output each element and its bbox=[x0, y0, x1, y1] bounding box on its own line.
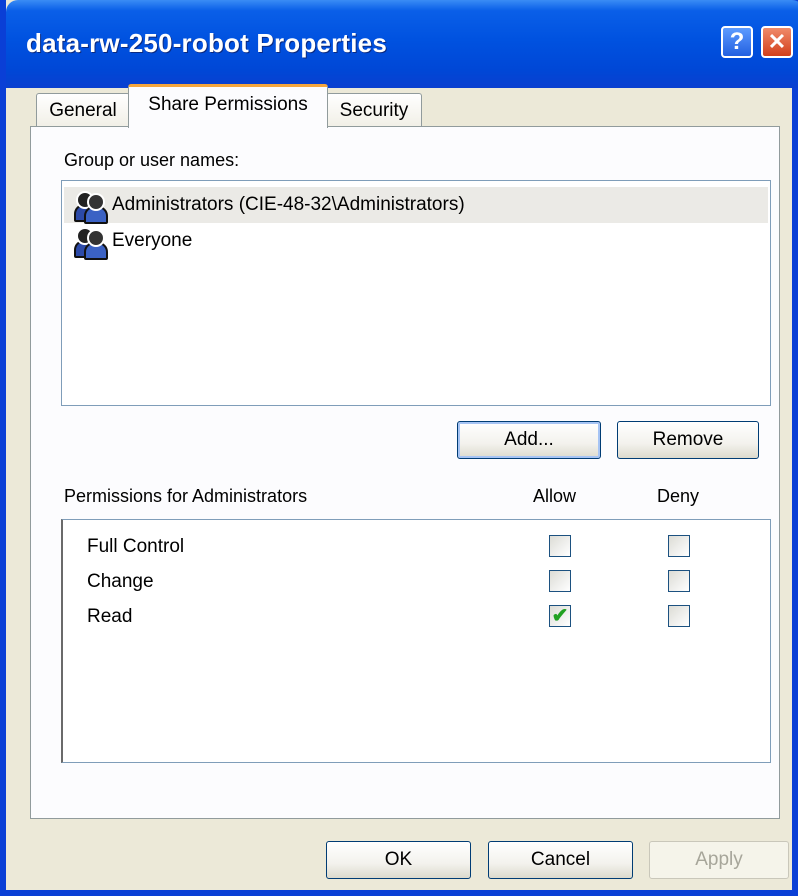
cancel-button[interactable]: Cancel bbox=[488, 841, 633, 879]
users-group-icon bbox=[74, 226, 108, 260]
apply-button[interactable]: Apply bbox=[649, 841, 789, 879]
remove-button[interactable]: Remove bbox=[617, 421, 759, 459]
list-item-label: Administrators (CIE-48-32\Administrators… bbox=[112, 194, 465, 215]
help-icon: ? bbox=[729, 28, 745, 55]
tab-security-label: Security bbox=[339, 99, 409, 121]
permissions-label: Permissions for Administrators bbox=[64, 486, 308, 506]
properties-dialog: data-rw-250-robot Properties ? ✕ General… bbox=[0, 0, 798, 896]
permissions-list: Full Control Change Read ✔ bbox=[61, 519, 771, 763]
close-icon: ✕ bbox=[767, 29, 787, 54]
ok-button[interactable]: OK bbox=[326, 841, 471, 879]
group-user-list[interactable]: Administrators (CIE-48-32\Administrators… bbox=[61, 180, 771, 406]
full-control-allow-checkbox[interactable] bbox=[549, 535, 571, 557]
change-deny-checkbox[interactable] bbox=[668, 570, 690, 592]
permission-row-change: Change bbox=[63, 565, 763, 599]
close-button[interactable]: ✕ bbox=[761, 26, 793, 58]
permission-row-read: Read ✔ bbox=[63, 600, 763, 634]
title-bar[interactable]: data-rw-250-robot Properties ? ✕ bbox=[6, 0, 798, 88]
list-item-label: Everyone bbox=[112, 230, 193, 251]
permission-name: Full Control bbox=[87, 536, 185, 557]
deny-column-header: Deny bbox=[657, 486, 700, 506]
list-item-administrators[interactable]: Administrators (CIE-48-32\Administrators… bbox=[64, 187, 768, 224]
tab-share-permissions-label: Share Permissions bbox=[148, 93, 308, 115]
permission-name: Read bbox=[87, 606, 133, 627]
list-item-everyone[interactable]: Everyone bbox=[64, 223, 768, 260]
read-allow-checkbox[interactable]: ✔ bbox=[549, 605, 571, 627]
tab-share-permissions[interactable]: Share Permissions bbox=[128, 84, 328, 128]
allow-column-header: Allow bbox=[533, 486, 577, 506]
full-control-deny-checkbox[interactable] bbox=[668, 535, 690, 557]
add-button[interactable]: Add... bbox=[457, 421, 601, 459]
tab-security[interactable]: Security bbox=[326, 93, 422, 127]
permission-row-full-control: Full Control bbox=[63, 530, 763, 564]
tab-general-label: General bbox=[49, 99, 117, 121]
read-deny-checkbox[interactable] bbox=[668, 605, 690, 627]
checkmark-icon: ✔ bbox=[551, 605, 569, 627]
window-title: data-rw-250-robot Properties bbox=[26, 28, 388, 58]
tab-general[interactable]: General bbox=[36, 93, 130, 127]
permission-name: Change bbox=[87, 571, 154, 592]
help-button[interactable]: ? bbox=[721, 26, 753, 58]
change-allow-checkbox[interactable] bbox=[549, 570, 571, 592]
group-names-label: Group or user names: bbox=[64, 150, 240, 170]
users-group-icon bbox=[74, 190, 108, 224]
